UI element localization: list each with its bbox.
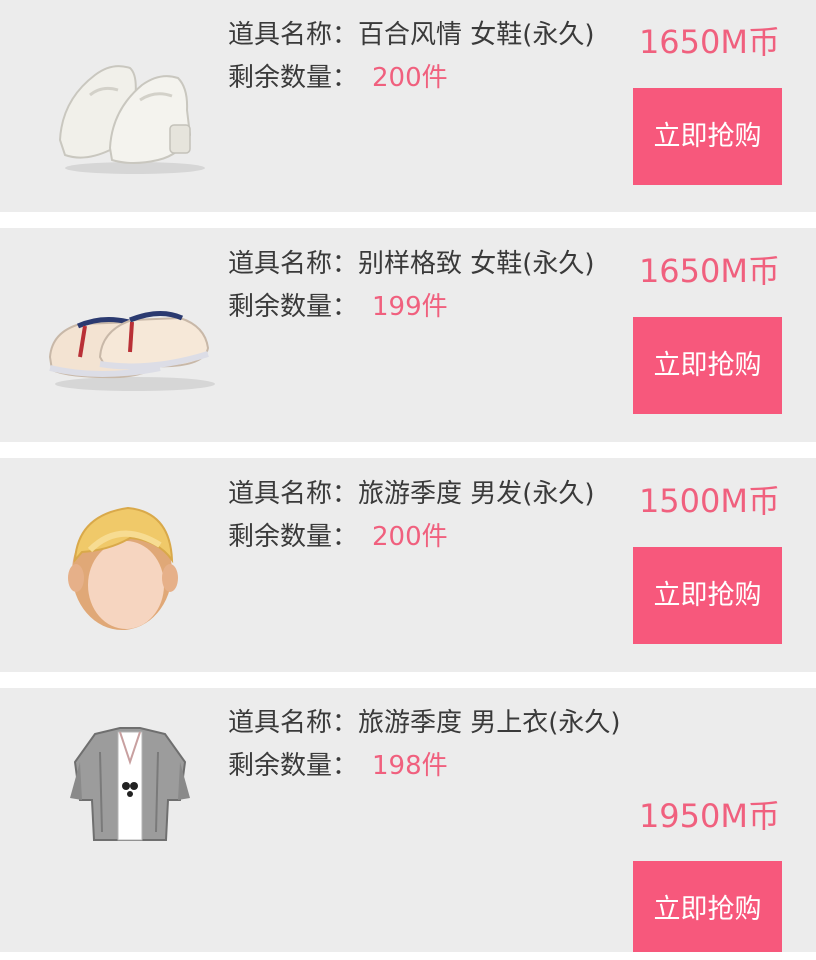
item-price: 1650M币 <box>638 23 780 61</box>
list-item: 道具名称：旅游季度 男发(永久) 剩余数量： 200件 1500M币 立即抢购 <box>0 458 816 672</box>
item-name-value: 百合风情 女鞋(永久) <box>358 20 595 50</box>
buy-now-button[interactable]: 立即抢购 <box>633 861 782 952</box>
buy-now-button[interactable]: 立即抢购 <box>633 317 782 414</box>
name-prefix: 道具名称： <box>228 708 359 738</box>
item-name-value: 旅游季度 男上衣(永久) <box>358 708 621 738</box>
stock-value: 200件 <box>372 522 448 552</box>
item-name: 道具名称：旅游季度 男发(永久) <box>228 477 595 511</box>
item-price: 1500M币 <box>638 482 780 520</box>
buy-now-button[interactable]: 立即抢购 <box>633 88 782 185</box>
name-prefix: 道具名称： <box>228 249 359 279</box>
stock-value: 198件 <box>372 751 448 781</box>
jacket-icon <box>40 722 220 872</box>
item-stock: 剩余数量： 198件 <box>228 749 448 783</box>
stock-prefix: 剩余数量： <box>228 292 359 322</box>
item-price: 1650M币 <box>638 252 780 290</box>
stock-prefix: 剩余数量： <box>228 522 359 552</box>
stock-value: 199件 <box>372 292 448 322</box>
item-name: 道具名称：别样格致 女鞋(永久) <box>228 247 595 281</box>
blonde-hair-icon <box>40 490 220 640</box>
stock-prefix: 剩余数量： <box>228 63 359 93</box>
list-item: 道具名称：百合风情 女鞋(永久) 剩余数量： 200件 1650M币 立即抢购 <box>0 0 816 212</box>
buy-now-button[interactable]: 立即抢购 <box>633 547 782 644</box>
list-item: 道具名称：旅游季度 男上衣(永久) 剩余数量： 198件 1950M币 立即抢购 <box>0 688 816 952</box>
name-prefix: 道具名称： <box>228 20 359 50</box>
item-stock: 剩余数量： 200件 <box>228 520 448 554</box>
item-price: 1950M币 <box>638 797 780 835</box>
stock-prefix: 剩余数量： <box>228 751 359 781</box>
item-stock: 剩余数量： 200件 <box>228 61 448 95</box>
slip-on-shoes-icon <box>40 262 220 412</box>
item-name-value: 别样格致 女鞋(永久) <box>358 249 595 279</box>
name-prefix: 道具名称： <box>228 479 359 509</box>
item-name-value: 旅游季度 男发(永久) <box>358 479 595 509</box>
item-name: 道具名称：百合风情 女鞋(永久) <box>228 18 595 52</box>
item-list: 道具名称：百合风情 女鞋(永久) 剩余数量： 200件 1650M币 立即抢购 道… <box>0 0 816 960</box>
item-stock: 剩余数量： 199件 <box>228 290 448 324</box>
list-item: 道具名称：别样格致 女鞋(永久) 剩余数量： 199件 1650M币 立即抢购 <box>0 228 816 442</box>
item-name: 道具名称：旅游季度 男上衣(永久) <box>228 706 621 740</box>
white-dress-shoes-icon <box>40 30 220 180</box>
stock-value: 200件 <box>372 63 448 93</box>
